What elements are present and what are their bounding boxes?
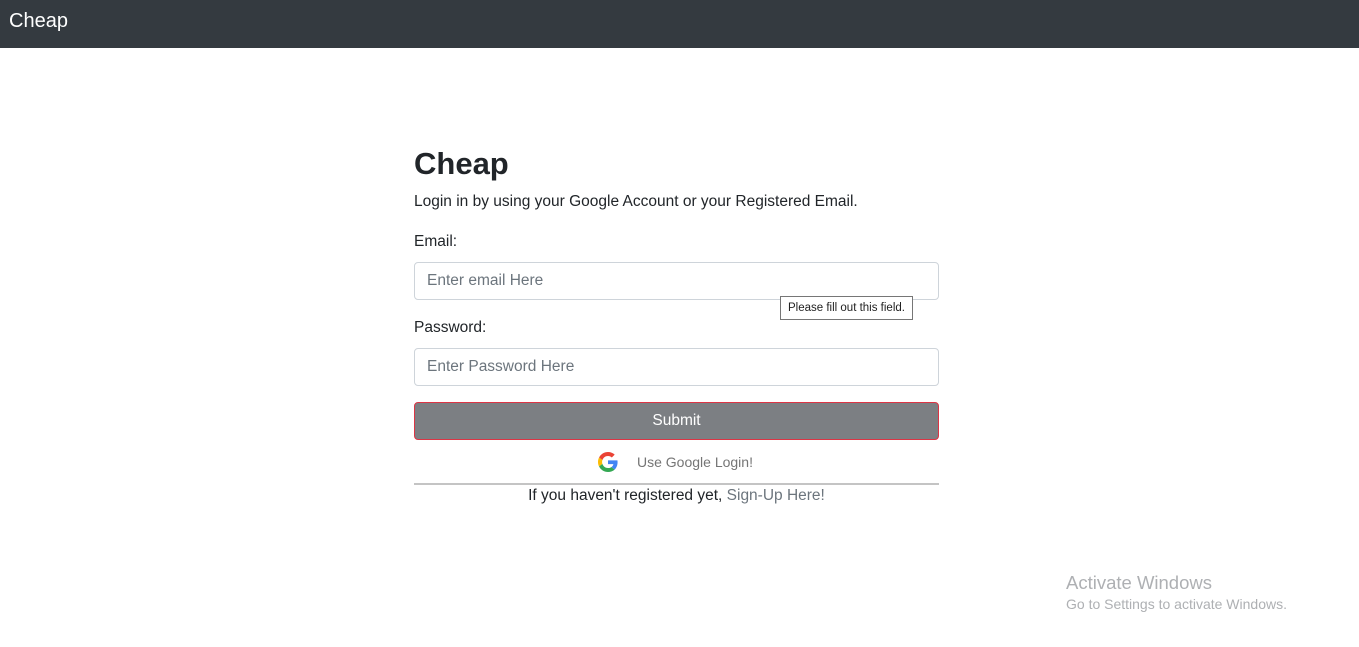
signup-link[interactable]: Sign-Up Here! xyxy=(727,487,825,504)
register-text: If you haven't registered yet, xyxy=(528,487,723,504)
validation-tooltip: Please fill out this field. xyxy=(780,296,913,320)
watermark-subtitle: Go to Settings to activate Windows. xyxy=(1066,596,1287,612)
navbar-brand[interactable]: Cheap xyxy=(9,9,68,33)
google-login-button[interactable]: Use Google Login! xyxy=(414,444,939,485)
login-instructions: Login in by using your Google Account or… xyxy=(414,193,858,210)
activate-windows-watermark: Activate Windows Go to Settings to activ… xyxy=(1066,572,1287,613)
submit-button[interactable]: Submit xyxy=(414,402,939,440)
password-label: Password: xyxy=(414,319,487,336)
watermark-title: Activate Windows xyxy=(1066,572,1212,593)
google-login-label: Use Google Login! xyxy=(637,454,753,470)
email-label: Email: xyxy=(414,233,458,250)
email-input[interactable] xyxy=(414,262,939,300)
google-g-icon xyxy=(598,452,618,472)
register-prompt: If you haven't registered yet, Sign-Up H… xyxy=(414,486,939,506)
password-input[interactable] xyxy=(414,348,939,386)
navbar: Cheap xyxy=(0,0,1359,48)
page-title: Cheap xyxy=(414,146,509,181)
